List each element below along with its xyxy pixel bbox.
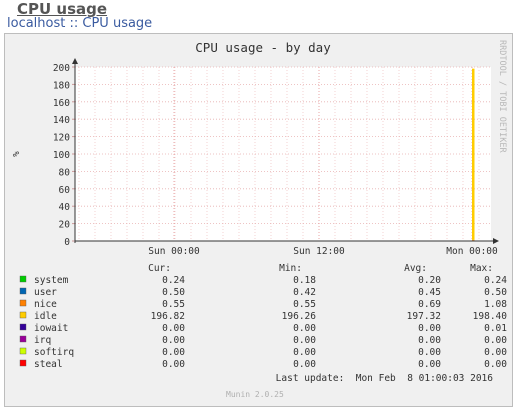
legend-swatch-user: [19, 287, 27, 295]
legend-name: irq: [34, 335, 51, 346]
y-axis-arrow: [72, 58, 78, 64]
legend-name: user: [34, 287, 57, 298]
legend-value: 0.01: [484, 323, 507, 334]
legend-name: steal: [34, 359, 63, 370]
legend-value: 0.50: [484, 287, 507, 298]
legend-swatch-idle: [19, 311, 27, 319]
legend-value: 196.26: [282, 311, 317, 322]
legend-name: iowait: [34, 323, 68, 334]
legend-swatch-steal: [19, 359, 27, 367]
legend-value: 0.00: [418, 323, 441, 334]
y-tick-label: 80: [59, 167, 71, 178]
legend-value: 0.20: [418, 275, 441, 286]
legend-header: Min:: [279, 263, 302, 274]
legend-value: 0.24: [162, 275, 185, 286]
legend-value: 0.45: [418, 287, 441, 298]
graph-frame[interactable]: CPU usage - by day 0 20 40 60 80 100 120 140 160 1…: [4, 33, 513, 407]
legend-value: 1.08: [484, 299, 507, 310]
legend-name: softirq: [34, 347, 74, 358]
legend-value: 0.42: [293, 287, 316, 298]
breadcrumb: localhost :: CPU usage: [7, 16, 152, 32]
legend-value: 0.00: [293, 323, 316, 334]
y-tick-label: 160: [53, 98, 70, 109]
legend-value: 0.00: [484, 335, 507, 346]
legend-name: nice: [34, 299, 57, 310]
y-axis-label: %: [12, 151, 22, 157]
legend-value: 0.00: [418, 335, 441, 346]
legend-value: 0.00: [293, 359, 316, 370]
x-tick-label: Mon 00:00: [446, 246, 498, 257]
legend-value: 0.69: [418, 299, 441, 310]
legend-value: 0.00: [162, 335, 185, 346]
x-tick-label: Sun 00:00: [148, 246, 200, 257]
last-update: Last update: Mon Feb 8 01:00:03 2016: [276, 373, 494, 384]
y-tick-label: 180: [53, 80, 70, 91]
legend-value: 0.00: [484, 347, 507, 358]
legend-name: system: [34, 275, 69, 286]
legend-value: 0.00: [162, 347, 185, 358]
legend-header: Max:: [470, 263, 493, 274]
breadcrumb-host-link[interactable]: localhost: [7, 16, 65, 31]
y-tick-label: 120: [53, 133, 70, 144]
legend-value: 197.32: [407, 311, 441, 322]
legend-header: Avg:: [404, 263, 427, 274]
legend-value: 0.00: [293, 347, 316, 358]
legend-swatch-iowait: [19, 323, 27, 331]
y-tick-label: 20: [59, 220, 71, 231]
legend-value: 0.00: [484, 359, 507, 370]
legend-value: 0.55: [293, 299, 316, 310]
data-area-idle: [472, 68, 475, 240]
legend-swatch-system: [19, 275, 27, 283]
breadcrumb-separator: ::: [65, 16, 83, 31]
y-tick-label: 100: [53, 150, 70, 161]
y-tick-label: 40: [59, 202, 71, 213]
y-tick-label: 140: [53, 115, 70, 126]
munin-version: Munin 2.0.25: [226, 390, 284, 399]
rrdtool-side-label: RRDTOOL / TOBI OETIKER: [497, 40, 507, 153]
legend-value: 0.50: [162, 287, 185, 298]
legend-value: 196.82: [151, 311, 185, 322]
breadcrumb-current-link[interactable]: CPU usage: [82, 16, 152, 31]
y-tick-label: 60: [59, 185, 71, 196]
legend-value: 198.40: [473, 311, 508, 322]
legend-swatch-nice: [19, 299, 27, 307]
x-tick-label: Sun 12:00: [293, 246, 345, 257]
legend-value: 0.00: [162, 323, 185, 334]
legend-swatch-softirq: [19, 347, 27, 355]
legend-value: 0.00: [418, 359, 441, 370]
legend-value: 0.55: [162, 299, 185, 310]
legend-header: Cur:: [148, 263, 171, 274]
legend-swatch-irq: [19, 335, 27, 343]
y-tick-label: 0: [64, 237, 70, 248]
legend-value: 0.00: [293, 335, 316, 346]
legend-name: idle: [34, 311, 57, 322]
legend-value: 0.00: [418, 347, 441, 358]
y-tick-label: 200: [53, 63, 70, 74]
cpu-usage-graph: CPU usage - by day 0 20 40 60 80 100 120 140 160 1…: [12, 40, 508, 399]
chart-title: CPU usage - by day: [195, 40, 331, 55]
legend-value: 0.24: [484, 275, 507, 286]
legend-value: 0.00: [162, 359, 185, 370]
x-axis-arrow: [493, 238, 499, 244]
legend-value: 0.18: [293, 275, 316, 286]
